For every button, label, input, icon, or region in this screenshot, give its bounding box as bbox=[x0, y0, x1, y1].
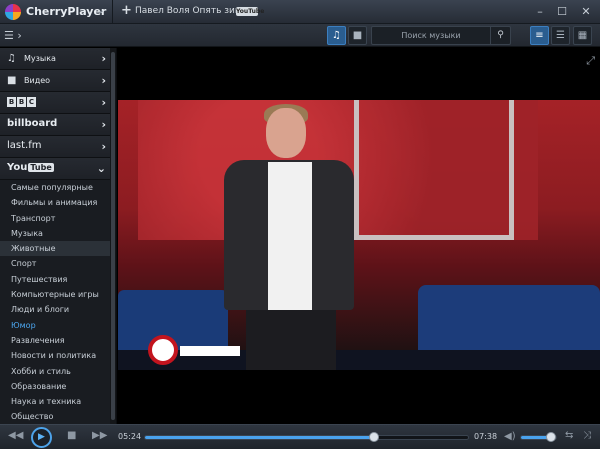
toolbar: ☰ › ♫ ■ ⚲ ≡ ☰ ▦ bbox=[0, 24, 600, 47]
chevron-right-icon: › bbox=[101, 118, 106, 131]
current-time: 05:24 bbox=[118, 432, 142, 441]
youtube-category-item[interactable]: Развлечения bbox=[0, 333, 116, 348]
sidebar-item-bbc[interactable]: BBC › bbox=[0, 92, 116, 114]
chevron-right-icon: › bbox=[101, 96, 106, 109]
youtube-category-item[interactable]: Путешествия bbox=[0, 272, 116, 287]
grid-view-icon: ▦ bbox=[577, 30, 588, 41]
chevron-down-icon: ⌄ bbox=[96, 162, 106, 175]
sidebar-item-video[interactable]: ■ Видео › bbox=[0, 70, 116, 92]
youtube-category-item[interactable]: Фильмы и анимация bbox=[0, 195, 116, 210]
youtube-category-item[interactable]: Новости и политика bbox=[0, 348, 116, 363]
youtube-category-item[interactable]: Юмор bbox=[0, 318, 116, 333]
maximize-icon[interactable]: ☐ bbox=[552, 2, 572, 22]
youtube-category-item[interactable]: Компьютерные игры bbox=[0, 287, 116, 302]
volume-handle[interactable] bbox=[545, 432, 556, 442]
youtube-category-item[interactable]: Наука и техника bbox=[0, 394, 116, 409]
play-icon: ▶ bbox=[38, 432, 45, 442]
youtube-category-item[interactable]: Общество bbox=[0, 409, 116, 424]
previous-track-icon[interactable]: ◀◀ bbox=[8, 430, 23, 441]
chevron-right-icon: › bbox=[101, 140, 106, 153]
sidebar-item-lastfm[interactable]: last.fm › bbox=[0, 136, 116, 158]
volume-speaker-icon[interactable]: ◀) bbox=[504, 431, 516, 442]
next-track-icon[interactable]: ▶▶ bbox=[92, 430, 107, 441]
music-note-icon: ♫ bbox=[332, 30, 341, 41]
stop-icon[interactable]: ■ bbox=[67, 430, 76, 441]
youtube-category-item[interactable]: Люди и блоги bbox=[0, 302, 116, 317]
music-mode-button[interactable]: ♫ bbox=[327, 26, 346, 45]
youtube-category-item[interactable]: Транспорт bbox=[0, 211, 116, 226]
video-frame[interactable] bbox=[118, 100, 600, 370]
youtube-category-item[interactable]: Спорт bbox=[0, 256, 116, 271]
youtube-category-item[interactable]: Образование bbox=[0, 379, 116, 394]
sidebar-item-billboard[interactable]: billboard › bbox=[0, 114, 116, 136]
youtube-category-list: Самые популярные Фильмы и анимация Транспо… bbox=[0, 180, 116, 424]
tab-title[interactable]: Павел Воля Опять зима bbox=[135, 6, 247, 16]
chevron-right-icon: › bbox=[101, 74, 106, 87]
video-mode-button[interactable]: ■ bbox=[348, 26, 367, 45]
lastfm-logo: last.fm bbox=[7, 140, 42, 151]
close-icon[interactable]: ✕ bbox=[576, 2, 596, 22]
sidebar: ♫ Музыка › ■ Видео › BBC › billboard › l… bbox=[0, 48, 117, 424]
channel-logo-icon bbox=[148, 335, 178, 365]
titlebar-divider bbox=[112, 0, 113, 24]
billboard-logo: billboard bbox=[7, 118, 58, 129]
search-box: ⚲ bbox=[371, 26, 511, 45]
sidebar-toggle-menu-icon[interactable]: ☰ › bbox=[4, 29, 22, 42]
video-area[interactable]: ⤢ bbox=[118, 48, 600, 424]
youtube-category-item[interactable]: Животные bbox=[0, 241, 116, 257]
app-menu-chevron-down-icon[interactable]: ⌄ bbox=[97, 5, 105, 16]
youtube-category-item[interactable]: Музыка bbox=[0, 226, 116, 241]
search-input[interactable] bbox=[372, 27, 490, 44]
video-camera-icon: ■ bbox=[352, 30, 363, 41]
play-button[interactable]: ▶ bbox=[31, 427, 52, 448]
sidebar-item-label: Видео bbox=[24, 76, 51, 85]
view-list-button[interactable]: ≡ bbox=[530, 26, 549, 45]
seek-slider[interactable] bbox=[144, 432, 469, 442]
title-bar: CherryPlayer ⌄ + Павел Воля Опять зима Y… bbox=[0, 0, 600, 24]
new-tab-plus-icon[interactable]: + bbox=[121, 3, 132, 18]
seek-handle[interactable] bbox=[368, 432, 379, 442]
app-title: CherryPlayer bbox=[26, 5, 107, 18]
youtube-logo: You Tube bbox=[7, 162, 54, 173]
minimize-icon[interactable]: – bbox=[530, 2, 550, 22]
bbc-logo: BBC bbox=[7, 97, 36, 107]
player-controls: ◀◀ ▶ ■ ▶▶ 05:24 07:38 ◀) ⇆ ⤨ bbox=[0, 424, 600, 449]
list-view-icon: ≡ bbox=[535, 30, 544, 41]
detailed-list-icon: ☰ bbox=[556, 30, 565, 41]
repeat-icon[interactable]: ⇆ bbox=[565, 430, 573, 441]
volume-slider[interactable] bbox=[520, 432, 557, 442]
video-camera-icon: ■ bbox=[7, 75, 17, 86]
sidebar-item-label: Музыка bbox=[24, 54, 56, 63]
youtube-badge: YouTube bbox=[236, 7, 265, 16]
view-grid-button[interactable]: ▦ bbox=[573, 26, 592, 45]
music-note-icon: ♫ bbox=[7, 53, 16, 64]
total-time: 07:38 bbox=[474, 432, 498, 441]
sidebar-item-youtube[interactable]: You Tube ⌄ bbox=[0, 158, 116, 180]
cherryplayer-logo-icon bbox=[5, 4, 21, 20]
sidebar-scrollbar-thumb[interactable] bbox=[111, 52, 115, 420]
youtube-category-item[interactable]: Хобби и стиль bbox=[0, 364, 116, 379]
search-icon[interactable]: ⚲ bbox=[490, 27, 510, 44]
seek-progress bbox=[145, 436, 374, 439]
youtube-category-item[interactable]: Самые популярные bbox=[0, 180, 116, 195]
sidebar-item-music[interactable]: ♫ Музыка › bbox=[0, 48, 116, 70]
chevron-right-icon: › bbox=[101, 52, 106, 65]
view-detailed-list-button[interactable]: ☰ bbox=[551, 26, 570, 45]
shuffle-icon[interactable]: ⤨ bbox=[583, 430, 591, 441]
fullscreen-expand-icon[interactable]: ⤢ bbox=[586, 54, 595, 68]
